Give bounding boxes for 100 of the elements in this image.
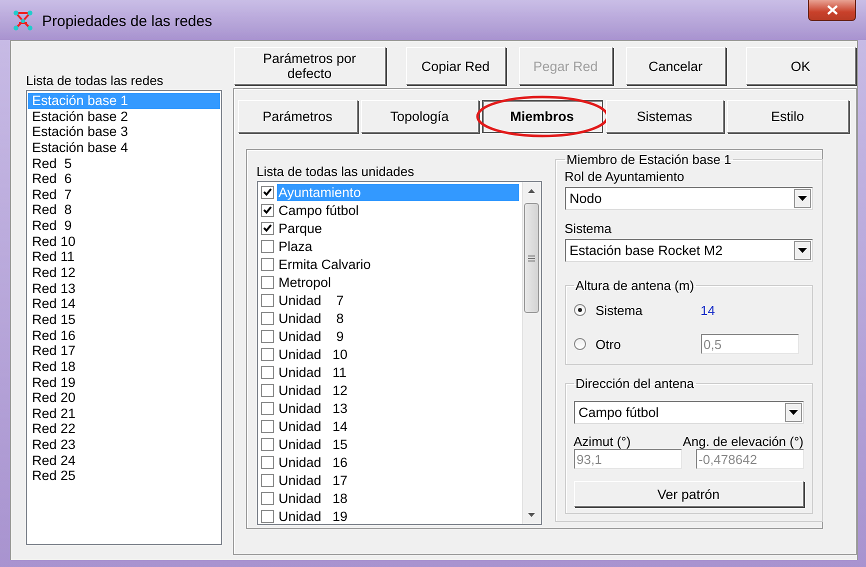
- checkbox[interactable]: [260, 456, 274, 468]
- scroll-down-icon: [528, 513, 536, 517]
- checkbox[interactable]: [260, 222, 274, 234]
- checkbox[interactable]: [260, 366, 274, 378]
- check-icon: [262, 224, 272, 232]
- list-item[interactable]: Red 5: [28, 156, 220, 172]
- app-icon: [12, 9, 34, 31]
- pattern-button[interactable]: Ver patrón: [574, 481, 804, 507]
- caret-icon: [798, 248, 807, 253]
- list-item[interactable]: Estación base 3: [28, 124, 220, 140]
- checkbox[interactable]: [260, 438, 274, 450]
- checkbox[interactable]: [260, 510, 274, 522]
- field-label: Rol de Ayuntamiento: [564, 169, 686, 184]
- action-button[interactable]: Copiar Red: [406, 47, 506, 85]
- list-item[interactable]: Unidad 16: [276, 454, 519, 470]
- list-item[interactable]: Estación base 2: [28, 108, 220, 124]
- checkbox[interactable]: [260, 186, 274, 198]
- checkbox[interactable]: [260, 474, 274, 486]
- caret-icon: [798, 196, 807, 201]
- list-item[interactable]: Red 14: [28, 296, 220, 312]
- radio-button[interactable]: [574, 304, 586, 316]
- scrollbar[interactable]: [522, 182, 541, 524]
- group-title: Miembro de Estación base 1: [566, 152, 732, 167]
- list-item[interactable]: Red 21: [28, 406, 220, 422]
- list-item[interactable]: Plaza: [276, 238, 519, 254]
- checkbox[interactable]: [260, 420, 274, 432]
- checkbox[interactable]: [260, 492, 274, 504]
- list-item[interactable]: Unidad 13: [276, 400, 519, 416]
- list-item[interactable]: Red 20: [28, 390, 220, 406]
- list-item[interactable]: Red 25: [28, 468, 220, 484]
- list-item[interactable]: Red 9: [28, 218, 220, 234]
- action-button[interactable]: Parámetros por defecto: [234, 47, 386, 85]
- list-item[interactable]: Red 17: [28, 343, 220, 359]
- close-button[interactable]: [808, 0, 856, 21]
- list-item[interactable]: Unidad 18: [276, 490, 519, 506]
- list-item[interactable]: Red 12: [28, 265, 220, 281]
- list-item[interactable]: Red 11: [28, 249, 220, 266]
- checkbox[interactable]: [260, 240, 274, 252]
- dropdown[interactable]: Nodo: [564, 187, 813, 210]
- dropdown[interactable]: Campo fútbol: [574, 401, 804, 424]
- list-item[interactable]: Red 19: [28, 374, 220, 390]
- field-label: Sistema: [564, 221, 612, 236]
- list-item[interactable]: Ermita Calvario: [276, 256, 519, 272]
- list-label: Lista de todas las unidades: [256, 163, 416, 181]
- list-item[interactable]: Unidad 11: [276, 364, 519, 380]
- group-title: Altura de antena (m): [576, 278, 694, 293]
- list-item[interactable]: Campo fútbol: [276, 202, 519, 218]
- list-item[interactable]: Red 10: [28, 234, 220, 250]
- close-icon: [826, 5, 838, 15]
- checkbox[interactable]: [260, 312, 274, 324]
- tab[interactable]: Estilo: [726, 100, 849, 133]
- field-label: Ang. de elevación (°): [682, 434, 804, 449]
- checkbox[interactable]: [260, 330, 274, 342]
- list-item[interactable]: Unidad 12: [276, 382, 519, 398]
- checkbox[interactable]: [260, 258, 274, 270]
- height-reading: 14: [700, 302, 715, 318]
- list-item[interactable]: Red 24: [28, 452, 220, 468]
- list-item[interactable]: Red 6: [28, 171, 220, 187]
- checkbox[interactable]: [260, 384, 274, 396]
- action-button[interactable]: OK: [746, 47, 856, 85]
- checkbox[interactable]: [260, 276, 274, 288]
- list-item[interactable]: Red 18: [28, 358, 220, 375]
- checkbox[interactable]: [260, 294, 274, 306]
- caret-icon: [788, 410, 798, 415]
- field-label: Azimut (°): [574, 434, 631, 449]
- list-item[interactable]: Unidad 9: [276, 328, 519, 344]
- list-item[interactable]: Red 8: [28, 202, 220, 218]
- list-item[interactable]: Unidad 15: [276, 436, 519, 452]
- list-item[interactable]: Parque: [276, 220, 519, 236]
- action-button[interactable]: Cancelar: [626, 47, 726, 85]
- dropdown[interactable]: Estación base Rocket M2: [564, 239, 813, 262]
- checkbox[interactable]: [260, 204, 274, 216]
- window-title: Propiedades de las redes: [42, 12, 212, 30]
- list-label: Lista de todas las redes: [26, 72, 164, 90]
- list-item[interactable]: Metropol: [276, 274, 519, 290]
- list-item[interactable]: Unidad 8: [276, 310, 519, 326]
- tab[interactable]: Topología: [360, 100, 479, 133]
- tab[interactable]: Parámetros: [238, 100, 358, 133]
- checkbox[interactable]: [260, 402, 274, 414]
- tab[interactable]: Miembros: [482, 100, 603, 133]
- list-item[interactable]: Red 22: [28, 421, 220, 438]
- check-icon: [262, 188, 272, 196]
- list-item[interactable]: Red 13: [28, 280, 220, 296]
- list-item[interactable]: Red 16: [28, 328, 220, 344]
- list-item[interactable]: Estación base 4: [28, 140, 220, 156]
- list-item[interactable]: Red 23: [28, 437, 220, 453]
- list-item[interactable]: Unidad 10: [276, 346, 519, 362]
- check-icon: [262, 206, 272, 214]
- list-item[interactable]: Unidad 14: [276, 418, 519, 434]
- list-item[interactable]: Unidad 7: [276, 292, 519, 308]
- list-item[interactable]: Unidad 17: [276, 472, 519, 488]
- checkbox[interactable]: [260, 348, 274, 360]
- list-item[interactable]: Unidad 19: [276, 508, 519, 524]
- list-item[interactable]: Red 15: [28, 312, 220, 328]
- group-title: Dirección del antena: [576, 376, 694, 391]
- scroll-up-icon: [528, 189, 536, 193]
- option-label[interactable]: Sistema: [596, 302, 701, 318]
- list-item[interactable]: Red 7: [28, 186, 220, 202]
- tab[interactable]: Sistemas: [606, 100, 724, 133]
- grip-icon: [528, 254, 536, 262]
